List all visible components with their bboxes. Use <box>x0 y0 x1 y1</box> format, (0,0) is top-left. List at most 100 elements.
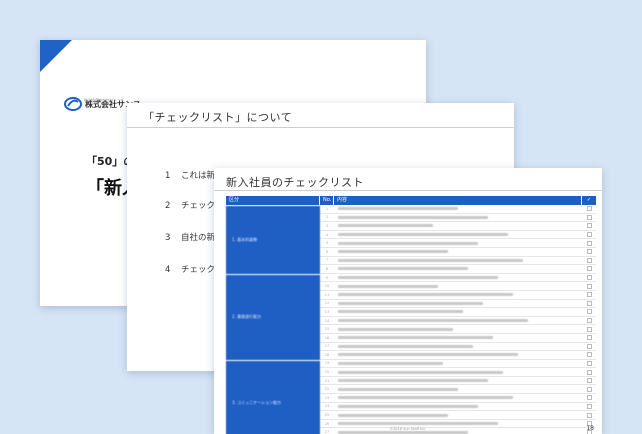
table-row: 24 <box>320 403 596 412</box>
row-content <box>334 422 582 426</box>
row-content <box>334 215 582 219</box>
row-number: 23 <box>324 395 330 400</box>
row-checkbox[interactable] <box>582 395 596 401</box>
row-content <box>334 430 582 434</box>
row-content <box>334 258 582 262</box>
row-number: 9 <box>325 275 329 280</box>
table-row: 10 <box>320 282 596 291</box>
category-cell: 2. 業務遂行能力 <box>226 274 320 360</box>
item-text: これは新 <box>181 171 216 181</box>
row-content <box>334 293 582 297</box>
rows-column: 1 2 3 4 5 6 7 8 9 10 11 12 13 14 15 16 17 18 19 20 21 22 23 24 2… <box>320 205 596 434</box>
row-checkbox[interactable] <box>582 386 596 392</box>
row-checkbox[interactable] <box>582 412 596 418</box>
row-checkbox[interactable] <box>582 232 596 238</box>
row-content <box>334 319 582 323</box>
row-checkbox[interactable] <box>582 292 596 298</box>
row-number: 11 <box>324 292 330 297</box>
list-item: 1 これは新 <box>165 169 215 181</box>
table-row: 22 <box>320 385 596 395</box>
table-row: 21 <box>320 377 596 386</box>
row-number: 7 <box>325 258 329 263</box>
title-divider <box>127 127 514 128</box>
row-checkbox[interactable] <box>582 300 596 306</box>
list-item: 2 チェック <box>165 199 215 211</box>
logo-icon <box>64 97 82 111</box>
row-number: 26 <box>324 421 330 426</box>
row-number: 18 <box>324 352 330 357</box>
table-row: 18 <box>320 351 596 360</box>
row-checkbox[interactable] <box>582 206 596 212</box>
row-checkbox[interactable] <box>582 309 596 315</box>
slide-title: 新入社員のチェックリスト <box>226 176 364 189</box>
table-row: 2 <box>320 214 596 223</box>
table-header: 区分 No. 内容 ✓ <box>226 196 596 205</box>
table-row: 11 <box>320 291 596 300</box>
row-checkbox[interactable] <box>582 318 596 324</box>
row-number: 8 <box>325 266 329 271</box>
row-checkbox[interactable] <box>582 360 596 366</box>
item-text: 自社の新 <box>181 233 216 243</box>
row-number: 19 <box>324 361 330 366</box>
row-checkbox[interactable] <box>582 343 596 349</box>
row-number: 15 <box>324 327 330 332</box>
row-content <box>334 327 582 331</box>
row-checkbox[interactable] <box>582 352 596 358</box>
row-content <box>334 387 582 391</box>
item-number: 1 <box>165 171 171 181</box>
row-checkbox[interactable] <box>582 257 596 263</box>
header-category: 区分 <box>226 196 320 205</box>
title-divider <box>214 190 602 191</box>
table-row: 8 <box>320 265 596 274</box>
row-number: 5 <box>325 241 329 246</box>
table-body: 1. 基本的姿勢 2. 業務遂行能力 3. コミュニケーション能力 12345678… <box>226 205 596 434</box>
table-row: 20 <box>320 368 596 377</box>
row-content <box>334 396 582 400</box>
row-checkbox[interactable] <box>582 275 596 281</box>
row-content <box>334 284 582 288</box>
row-number: 20 <box>324 370 330 375</box>
row-number: 12 <box>324 301 330 306</box>
row-checkbox[interactable] <box>582 403 596 409</box>
row-number: 2 <box>325 215 329 220</box>
row-number: 24 <box>324 404 330 409</box>
row-checkbox[interactable] <box>582 283 596 289</box>
row-checkbox[interactable] <box>582 240 596 246</box>
table-row: 17 <box>320 343 596 352</box>
row-checkbox[interactable] <box>582 335 596 341</box>
corner-accent <box>40 40 72 72</box>
row-content <box>334 250 582 254</box>
row-checkbox[interactable] <box>582 214 596 220</box>
list-item: 4 チェック <box>165 263 215 275</box>
category-cell: 1. 基本的姿勢 <box>226 206 320 274</box>
row-content <box>334 224 582 228</box>
row-checkbox[interactable] <box>582 369 596 375</box>
table-row: 25 <box>320 411 596 420</box>
slide-title: 「チェックリスト」について <box>143 111 293 124</box>
list-item: 3 自社の新 <box>165 231 215 243</box>
table-row: 4 <box>320 231 596 240</box>
row-number: 4 <box>325 232 329 237</box>
footer-copyright: ©2018 Sun Staff Inc. <box>389 427 427 431</box>
row-number: 3 <box>325 223 329 228</box>
row-checkbox[interactable] <box>582 223 596 229</box>
header-check: ✓ <box>586 197 592 203</box>
row-content <box>334 276 582 280</box>
header-content: 内容 <box>334 196 582 205</box>
row-checkbox[interactable] <box>582 249 596 255</box>
table-row: 12 <box>320 300 596 309</box>
table-row: 5 <box>320 239 596 248</box>
item-number: 4 <box>165 265 171 275</box>
row-content <box>334 336 582 340</box>
row-checkbox[interactable] <box>582 378 596 384</box>
table-row: 14 <box>320 317 596 326</box>
row-content <box>334 404 582 408</box>
row-checkbox[interactable] <box>582 266 596 272</box>
row-checkbox[interactable] <box>582 326 596 332</box>
row-number: 10 <box>324 284 330 289</box>
row-number: 16 <box>324 335 330 340</box>
table-row: 15 <box>320 325 596 334</box>
row-content <box>334 241 582 245</box>
table-row: 1 <box>320 205 596 214</box>
row-content <box>334 344 582 348</box>
